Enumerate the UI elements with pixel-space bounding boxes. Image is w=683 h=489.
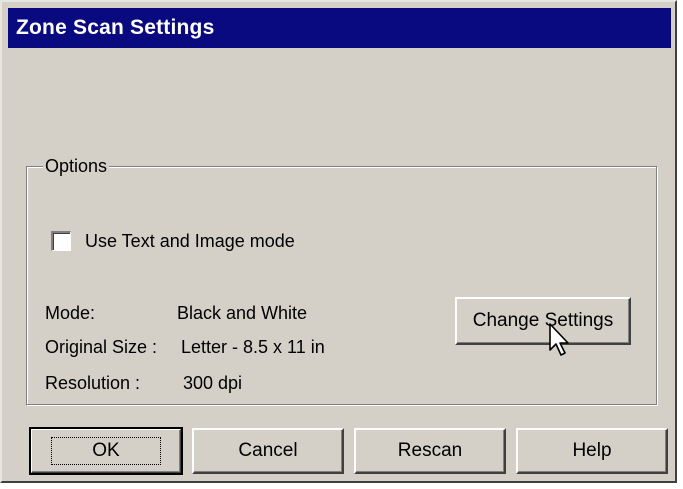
ok-button[interactable]: OK — [29, 427, 183, 475]
mode-label: Mode: — [45, 303, 96, 323]
resolution-label: Resolution : — [45, 373, 141, 393]
help-button[interactable]: Help — [516, 428, 668, 474]
mode-value: Black and White — [177, 303, 308, 323]
zone-scan-settings-dialog: Zone Scan Settings Options Use Text and … — [0, 0, 677, 483]
options-legend: Options — [43, 153, 110, 179]
text-image-mode-checkbox[interactable]: Use Text and Image mode — [51, 227, 295, 255]
rescan-button[interactable]: Rescan — [354, 428, 506, 474]
original-size-value: Letter - 8.5 x 11 in — [181, 337, 325, 357]
change-settings-button[interactable]: Change Settings — [455, 297, 631, 345]
checkbox-label[interactable]: Use Text and Image mode — [85, 231, 295, 252]
cancel-button[interactable]: Cancel — [192, 428, 344, 474]
ok-button-label[interactable]: OK — [51, 437, 161, 465]
checkbox-box[interactable] — [51, 231, 71, 251]
window-title: Zone Scan Settings — [8, 8, 671, 48]
original-size-label: Original Size : — [45, 337, 158, 357]
resolution-value: 300 dpi — [183, 373, 243, 393]
options-groupbox: Options Use Text and Image mode Mode: Bl… — [26, 153, 658, 406]
mouse-pointer-icon — [549, 323, 569, 356]
